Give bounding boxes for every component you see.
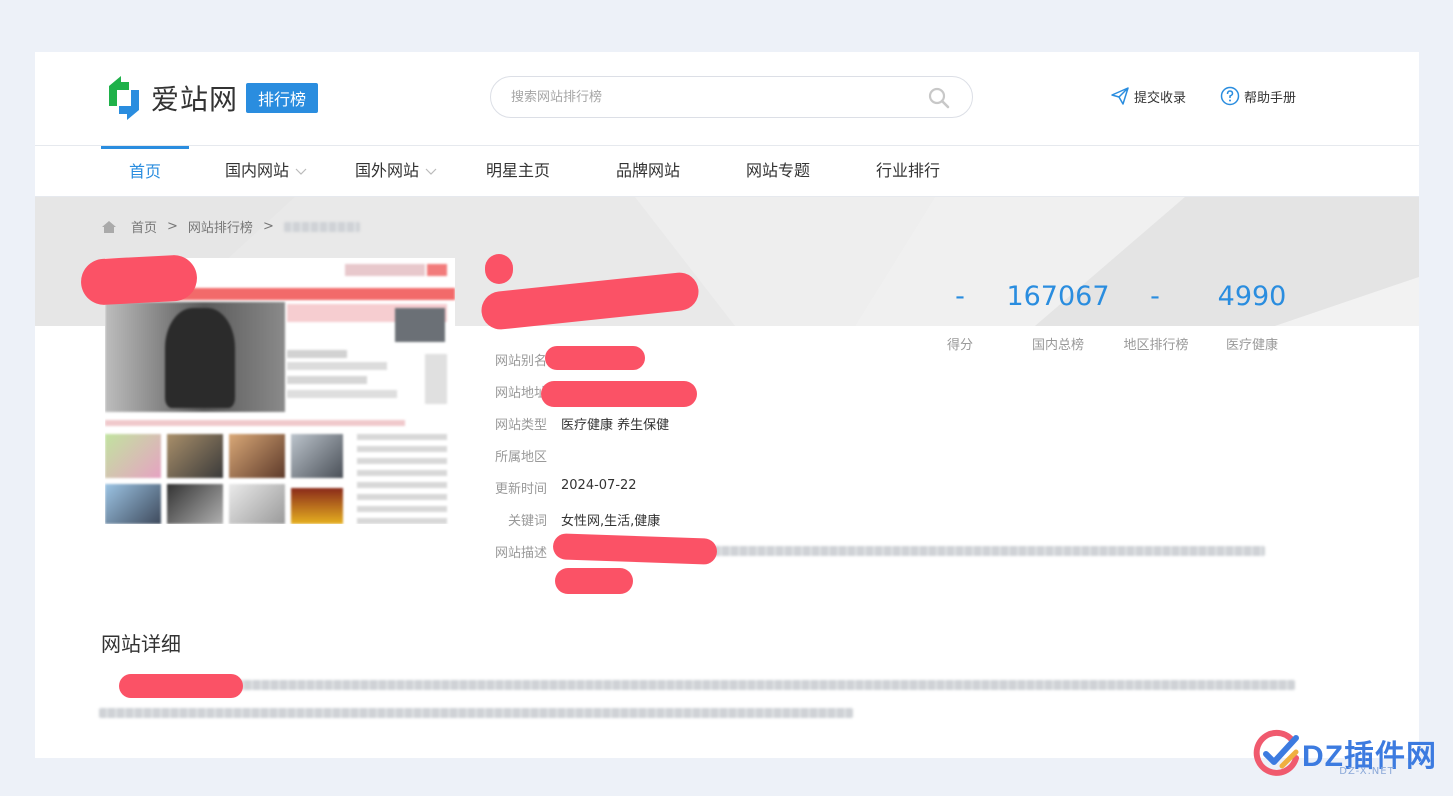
nav-topics[interactable]: 网站专题 [743, 146, 813, 197]
redaction-mark [552, 533, 718, 565]
nav-industry[interactable]: 行业排行 [873, 146, 943, 197]
main-nav: 首页 国内网站 国外网站 明星主页 品牌网站 网站专题 行业排行 [35, 145, 1419, 197]
watermark-logo-icon [1253, 729, 1299, 776]
details-title: 网站详细 [101, 632, 181, 656]
breadcrumb-list[interactable]: 网站排行榜 [188, 217, 253, 236]
watermark: DZ插件网 DZ-X.NET [1252, 728, 1437, 778]
info-label: 网站描述 [494, 546, 547, 561]
brand-name: 爱站网 [151, 83, 239, 116]
nav-stars[interactable]: 明星主页 [483, 146, 553, 197]
help-link[interactable]: 帮助手册 [1220, 86, 1296, 106]
watermark-url: DZ-X.NET [1339, 766, 1395, 777]
info-label: 网站地址 [494, 386, 547, 401]
description-obscured [695, 546, 1265, 556]
info-value: 2024-07-22 [561, 478, 637, 493]
nav-foreign-label: 国外网站 [354, 161, 419, 180]
breadcrumb: 首页 > 网站排行榜 > [101, 217, 370, 236]
info-value[interactable]: 医疗健康 养生保健 [561, 414, 669, 433]
redaction-mark [79, 253, 199, 307]
nav-brands[interactable]: 品牌网站 [613, 146, 683, 197]
paper-plane-icon [1111, 87, 1129, 105]
submit-label: 提交收录 [1134, 90, 1187, 106]
site-title-redacted [475, 254, 705, 332]
nav-domestic-label: 国内网站 [224, 161, 289, 180]
nav-industry-label: 行业排行 [875, 161, 940, 180]
stat-label: 得分 [946, 338, 973, 353]
info-label: 所属地区 [494, 450, 547, 465]
stat-national-rank: 167067 [1006, 281, 1110, 312]
details-text-obscured [99, 708, 853, 718]
nav-stars-label: 明星主页 [485, 161, 550, 180]
chevron-down-icon [295, 168, 307, 175]
details-text-obscured [235, 680, 1295, 690]
redaction-mark [555, 568, 633, 594]
stat-category-rank: 4990 [1217, 281, 1287, 312]
chevron-down-icon [425, 168, 437, 175]
nav-brands-label: 品牌网站 [615, 161, 680, 180]
nav-home-label: 首页 [128, 162, 161, 181]
stat-label: 医疗健康 [1225, 338, 1278, 353]
nav-foreign[interactable]: 国外网站 [351, 146, 441, 197]
breadcrumb-sep: > [262, 219, 274, 234]
stat-score: - [955, 281, 965, 312]
info-type: 网站类型 医疗健康 养生保健 [453, 414, 669, 433]
breadcrumb-home[interactable]: 首页 [131, 217, 157, 236]
info-label: 关键词 [507, 514, 547, 529]
nav-domestic[interactable]: 国内网站 [221, 146, 311, 197]
info-label: 网站类型 [494, 418, 547, 433]
stat-region-rank: - [1150, 281, 1160, 312]
main-card: 爱站网 排行榜 提交收录 帮助手册 首页 国内网站 国外网站 明星主页 品牌网站… [35, 52, 1419, 758]
stat-label: 国内总榜 [1031, 338, 1084, 353]
redaction-mark [545, 346, 645, 370]
search-icon[interactable] [928, 87, 950, 113]
home-icon[interactable] [101, 220, 117, 234]
search-box [490, 76, 973, 118]
redaction-mark [541, 381, 697, 407]
help-label: 帮助手册 [1244, 90, 1297, 106]
info-value: 女性网,生活,健康 [561, 514, 661, 529]
info-label: 网站别名 [494, 354, 547, 369]
info-region: 所属地区 [453, 446, 561, 465]
info-updated: 更新时间 2024-07-22 [453, 478, 637, 497]
nav-home[interactable]: 首页 [101, 146, 189, 197]
search-input[interactable] [511, 77, 911, 117]
breadcrumb-current-obscured [283, 221, 360, 232]
info-keywords: 关键词 女性网,生活,健康 [453, 510, 660, 529]
submit-link[interactable]: 提交收录 [1110, 86, 1186, 106]
nav-topics-label: 网站专题 [745, 161, 810, 180]
breadcrumb-sep: > [167, 219, 178, 234]
stat-label: 地区排行榜 [1123, 338, 1189, 353]
help-icon [1220, 86, 1240, 106]
site-logo[interactable]: 爱站网 排行榜 [103, 76, 319, 120]
logo-mark-icon [103, 76, 145, 120]
brand-badge: 排行榜 [246, 83, 319, 113]
redaction-mark [119, 674, 243, 698]
info-desc: 网站描述 [453, 542, 561, 561]
info-label: 更新时间 [494, 482, 547, 497]
